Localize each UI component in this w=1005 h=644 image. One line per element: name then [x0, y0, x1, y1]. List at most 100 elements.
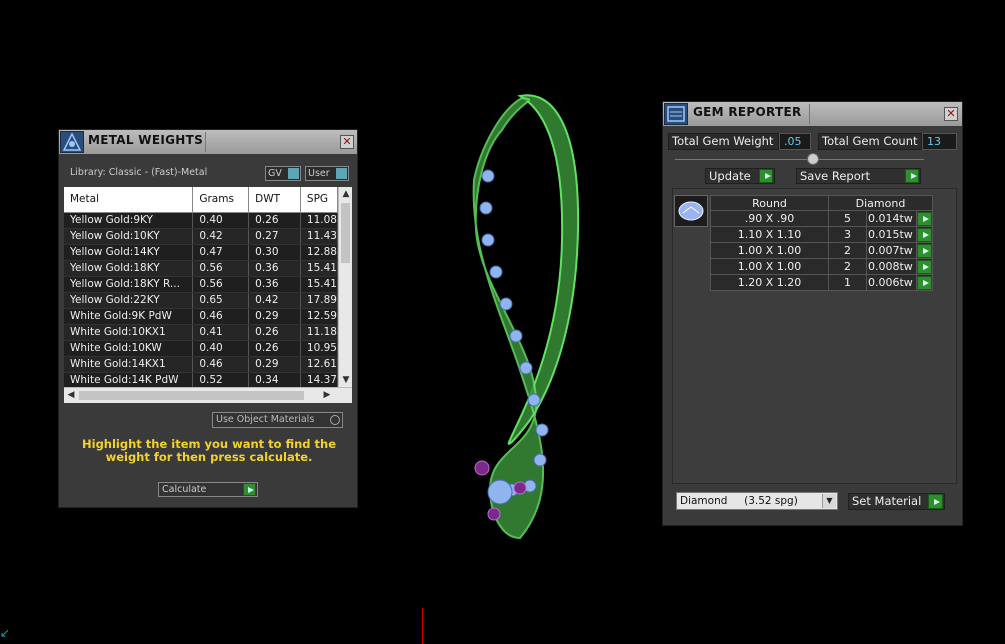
spg-value: 17.89	[300, 292, 339, 309]
gem-size: .90 X .90	[710, 210, 829, 227]
shape-header: Round	[710, 195, 829, 211]
metal-name: White Gold:10KX1	[64, 324, 194, 341]
play-arrow-icon	[917, 211, 932, 226]
metal-name: Yellow Gold:14KY	[64, 244, 194, 261]
scroll-left-icon[interactable]: ◀	[64, 388, 78, 402]
table-row[interactable]: White Gold:14K PdW 0.52 0.34 14.37	[64, 372, 339, 389]
gem-reporter-app-icon	[664, 103, 688, 125]
calculate-button[interactable]: Calculate	[158, 482, 258, 497]
save-report-button[interactable]: Save Report	[796, 168, 921, 184]
total-gem-weight-value: .05	[779, 133, 811, 150]
grams-value: 0.42	[192, 228, 250, 245]
user-checkbox-icon	[336, 168, 347, 179]
horizontal-scroll-thumb[interactable]	[79, 391, 304, 400]
table-row[interactable]: .90 X .90 5 0.014tw	[710, 210, 933, 227]
table-row[interactable]: Yellow Gold:9KY 0.40 0.26 11.08	[64, 212, 339, 229]
update-label: Update	[709, 169, 751, 183]
select-gem-row-button[interactable]	[916, 242, 933, 259]
dwt-value: 0.34	[248, 372, 301, 389]
titlebar-divider	[205, 132, 206, 152]
play-arrow-icon	[928, 494, 943, 509]
table-row[interactable]: 1.10 X 1.10 3 0.015tw	[710, 226, 933, 243]
grams-value: 0.41	[192, 324, 250, 341]
select-gem-row-button[interactable]	[916, 226, 933, 243]
ring-model-viewport[interactable]	[460, 90, 590, 542]
select-gem-row-button[interactable]	[916, 210, 933, 227]
set-material-button[interactable]: Set Material	[848, 493, 945, 510]
material-dropdown[interactable]: Diamond (3.52 spg) ▼	[676, 492, 838, 510]
gem-count: 2	[828, 242, 867, 259]
table-row[interactable]: Yellow Gold:14KY 0.47 0.30 12.88	[64, 244, 339, 261]
user-label: User	[308, 168, 330, 179]
save-report-label: Save Report	[800, 169, 871, 183]
table-row[interactable]: White Gold:10KX1 0.41 0.26 11.18	[64, 324, 339, 341]
titlebar-divider	[809, 104, 810, 124]
table-row[interactable]: Yellow Gold:10KY 0.42 0.27 11.43	[64, 228, 339, 245]
table-row[interactable]: 1.00 X 1.00 2 0.007tw	[710, 242, 933, 259]
round-diamond-gem-icon[interactable]	[674, 195, 708, 227]
column-header-grams[interactable]: Grams	[192, 187, 250, 213]
use-object-materials-label: Use Object Materials	[216, 414, 315, 425]
gv-toggle[interactable]: GV	[265, 166, 301, 181]
dwt-value: 0.27	[248, 228, 301, 245]
metal-weights-close-button[interactable]: ✕	[340, 135, 354, 149]
metal-weights-titlebar[interactable]: METAL WEIGHTS ✕	[59, 130, 357, 154]
metal-name: Yellow Gold:18KY R...	[64, 276, 194, 293]
select-gem-row-button[interactable]	[916, 258, 933, 275]
metal-weights-title: METAL WEIGHTS	[88, 133, 204, 147]
table-row[interactable]: 1.20 X 1.20 1 0.006tw	[710, 274, 933, 291]
gem-size: 1.20 X 1.20	[710, 274, 829, 291]
spg-value: 10.95	[300, 340, 339, 357]
metal-table-vertical-scrollbar[interactable]: ▲ ▼	[338, 187, 352, 387]
gv-checkbox-icon	[288, 168, 299, 179]
table-row[interactable]: White Gold:14KX1 0.46 0.29 12.61	[64, 356, 339, 373]
grams-value: 0.40	[192, 212, 250, 229]
scroll-down-icon[interactable]: ▼	[339, 373, 352, 387]
use-object-materials-option[interactable]: Use Object Materials	[212, 412, 343, 428]
dwt-value: 0.26	[248, 324, 301, 341]
metal-weights-app-icon	[60, 131, 84, 153]
grams-value: 0.47	[192, 244, 250, 261]
dwt-value: 0.42	[248, 292, 301, 309]
metal-name: White Gold:10KW	[64, 340, 194, 357]
column-header-metal[interactable]: Metal	[64, 187, 194, 213]
gem-list-area: Round Diamond .90 X .90 5 0.014tw 1.10 X 1…	[672, 188, 957, 484]
select-gem-row-button[interactable]	[916, 274, 933, 291]
vertical-scroll-thumb[interactable]	[341, 203, 350, 263]
dwt-value: 0.30	[248, 244, 301, 261]
play-arrow-icon	[917, 227, 932, 242]
metal-table-horizontal-scrollbar[interactable]: ◀ ▶	[64, 387, 352, 403]
table-row[interactable]: Yellow Gold:22KY 0.65 0.42 17.89	[64, 292, 339, 309]
total-gem-count-value: 13	[922, 133, 957, 150]
scroll-up-icon[interactable]: ▲	[339, 187, 352, 201]
table-row[interactable]: White Gold:9K PdW 0.46 0.29 12.59	[64, 308, 339, 325]
gem-size: 1.00 X 1.00	[710, 242, 829, 259]
scroll-right-icon[interactable]: ▶	[320, 388, 334, 402]
dwt-value: 0.36	[248, 260, 301, 277]
gem-reporter-title: GEM REPORTER	[693, 105, 802, 119]
play-arrow-icon	[917, 275, 932, 290]
spg-value: 12.61	[300, 356, 339, 373]
table-row[interactable]: White Gold:10KW 0.40 0.26 10.95	[64, 340, 339, 357]
table-row[interactable]: Yellow Gold:18KY 0.56 0.36 15.41	[64, 260, 339, 277]
grams-value: 0.56	[192, 260, 250, 277]
spg-value: 14.37	[300, 372, 339, 389]
chevron-down-icon: ▼	[822, 494, 836, 508]
column-header-spg[interactable]: SPG	[300, 187, 339, 213]
grams-value: 0.65	[192, 292, 250, 309]
splitter-handle[interactable]	[807, 153, 819, 165]
total-gem-count-label: Total Gem Count	[818, 133, 922, 150]
grams-value: 0.46	[192, 308, 250, 325]
update-button[interactable]: Update	[705, 168, 775, 184]
table-row[interactable]: 1.00 X 1.00 2 0.008tw	[710, 258, 933, 275]
user-toggle[interactable]: User	[305, 166, 349, 181]
table-row[interactable]: Yellow Gold:18KY R... 0.56 0.36 15.41	[64, 276, 339, 293]
gem-reporter-close-button[interactable]: ✕	[944, 107, 958, 121]
column-header-dwt[interactable]: DWT	[248, 187, 301, 213]
gem-reporter-titlebar[interactable]: GEM REPORTER ✕	[663, 102, 962, 126]
dwt-value: 0.29	[248, 308, 301, 325]
metal-name: Yellow Gold:18KY	[64, 260, 194, 277]
play-arrow-icon	[917, 259, 932, 274]
grams-value: 0.40	[192, 340, 250, 357]
metal-name: White Gold:14KX1	[64, 356, 194, 373]
